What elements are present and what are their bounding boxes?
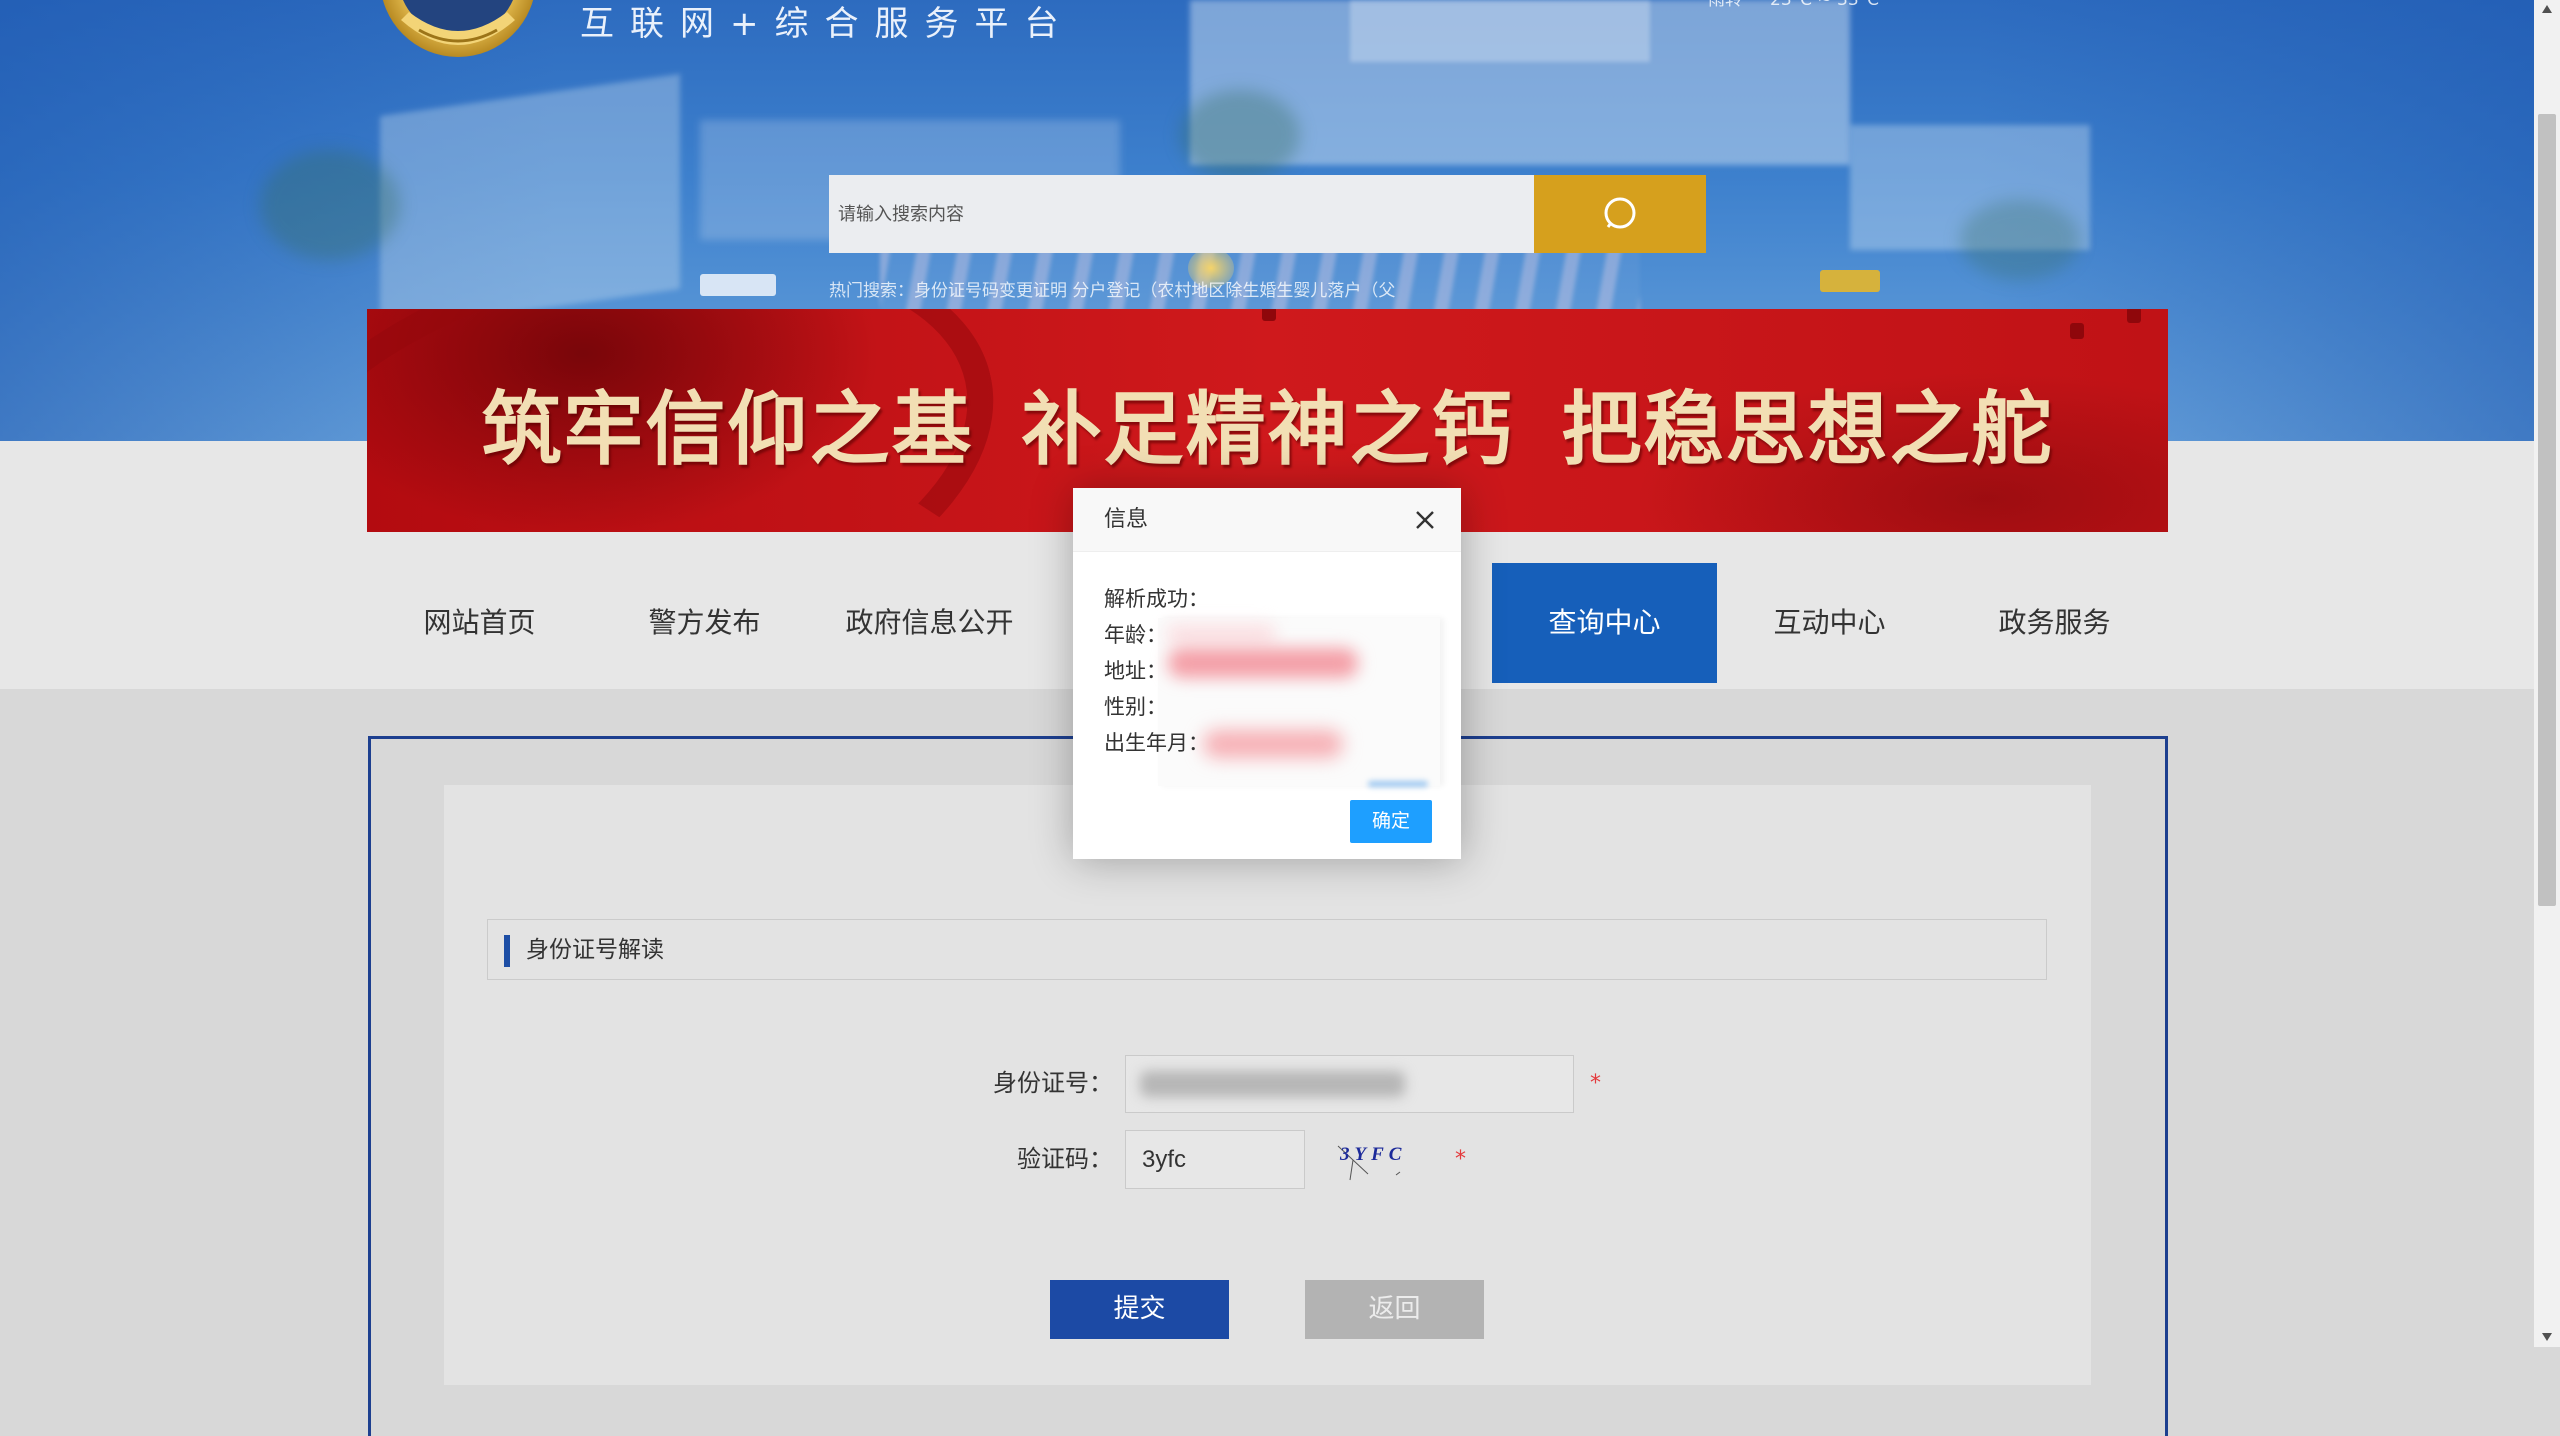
result-status: 解析成功： (1104, 587, 1209, 611)
search-input[interactable] (829, 175, 1534, 253)
redact-blob (1203, 730, 1343, 758)
banner-slogan: 补足精神之钙 (1021, 382, 1514, 476)
search-button[interactable] (1534, 175, 1706, 253)
dialog-content: 解析成功： 年龄： 地址： 性别： 出生年月： (1104, 581, 1209, 761)
section-marker (504, 935, 510, 967)
scrollbar-thumb[interactable] (2538, 114, 2556, 906)
banner-slogan: 把稳思想之舵 (1561, 382, 2054, 476)
submit-button[interactable]: 提交 (1050, 1280, 1229, 1339)
scroll-down-arrow-icon[interactable] (2541, 1332, 2553, 1342)
lantern-decoration (1262, 309, 1276, 321)
police-emblem-logo[interactable] (379, 0, 537, 58)
gender-label: 性别： (1104, 695, 1167, 719)
required-mark: * (1455, 1147, 1466, 1172)
nav-item-interaction[interactable]: 互动中心 (1717, 563, 1942, 683)
hot-search-links[interactable]: 身份证号码变更证明 分户登记（农村地区除生婚生婴儿落户（父 (914, 281, 1395, 301)
tree-shape (1960, 200, 2080, 280)
info-dialog: 信息 解析成功： 年龄： 地址： 性别： 出生年月： 确定 (1073, 488, 1461, 859)
banner-slogans: 筑牢信仰之基 补足精神之钙 把稳思想之舵 (367, 383, 2168, 475)
section-title: 身份证号解读 (526, 937, 664, 963)
vertical-scrollbar[interactable] (2534, 0, 2560, 1347)
id-number-label: 身份证号： (993, 1069, 1113, 1097)
temperature-text: 23°C ~ 33°C (1770, 0, 1880, 10)
bus-shape (1820, 270, 1880, 292)
redact-blob (1368, 781, 1428, 787)
bus-shape (700, 274, 776, 296)
back-button[interactable]: 返回 (1305, 1280, 1484, 1339)
dialog-title: 信息 (1104, 507, 1149, 532)
building-shape (380, 73, 680, 332)
search-icon (1604, 197, 1636, 229)
captcha-text: 3YFC (1339, 1144, 1406, 1165)
nav-item-home[interactable]: 网站首页 (367, 563, 592, 683)
hot-search: 热门搜索：身份证号码变更证明 分户登记（农村地区除生婚生婴儿落户（父 (829, 280, 1395, 302)
nav-item-query-center[interactable]: 查询中心 (1492, 563, 1717, 683)
nav-item-police-release[interactable]: 警方发布 (592, 563, 817, 683)
tree-shape (1180, 90, 1300, 180)
weather-text: 雨转 (1708, 0, 1742, 10)
hot-search-label: 热门搜索： (829, 281, 914, 301)
birth-date-label: 出生年月： (1104, 731, 1209, 755)
ok-button[interactable]: 确定 (1350, 800, 1432, 843)
captcha-image[interactable]: 3YFC (1336, 1140, 1445, 1181)
nav-item-gov-info[interactable]: 政府信息公开 (817, 563, 1042, 683)
address-label: 地址： (1104, 659, 1167, 683)
site-title: 互联网+综合服务平台 (580, 4, 1075, 44)
nav-item-gov-service[interactable]: 政务服务 (1942, 563, 2167, 683)
close-icon[interactable] (1414, 509, 1436, 531)
banner-slogan: 筑牢信仰之基 (481, 382, 974, 476)
lantern-decoration (2070, 323, 2084, 339)
lantern-decoration (2127, 309, 2141, 323)
weather-widget: 雨转 23°C ~ 33°C (1708, 0, 1907, 11)
age-label: 年龄： (1104, 623, 1167, 647)
scroll-up-arrow-icon[interactable] (2541, 4, 2553, 14)
tree-shape (260, 150, 400, 260)
building-shape (1350, 0, 1650, 62)
section-header (487, 919, 2047, 980)
captcha-label: 验证码： (1017, 1145, 1113, 1173)
required-mark: * (1590, 1071, 1601, 1096)
captcha-input[interactable] (1125, 1130, 1305, 1189)
id-number-redacted (1140, 1071, 1405, 1097)
